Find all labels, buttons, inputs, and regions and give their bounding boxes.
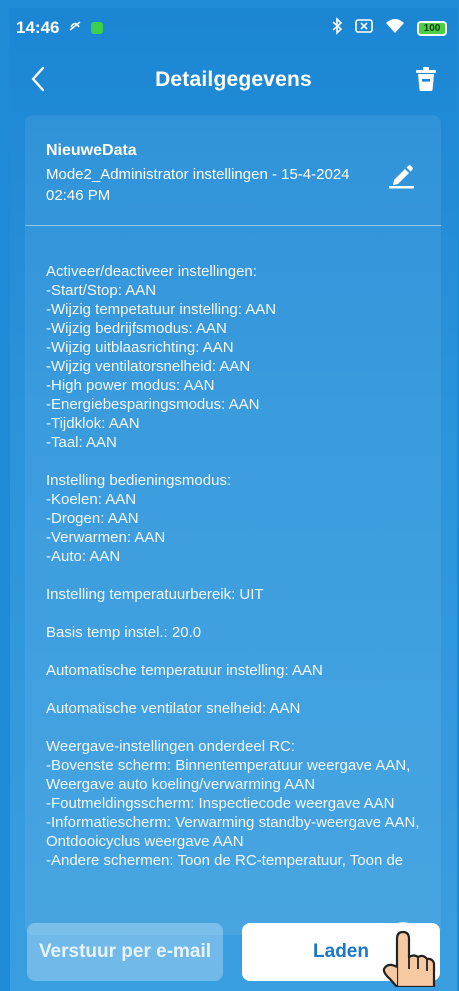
pencil-icon (389, 165, 414, 189)
phone-screen: 14:46 100 Detailgegevens NieuweData Mode… (10, 8, 457, 991)
settings-details-text: Activeer/deactiveer instellingen: -Start… (46, 263, 420, 869)
status-bar: 14:46 100 (10, 8, 457, 48)
detail-card: NieuweData Mode2_Administrator instellin… (25, 115, 441, 935)
bluetooth-icon (331, 16, 343, 40)
app-notification-icon (91, 22, 104, 34)
do-not-disturb-icon (67, 18, 83, 39)
trash-icon (416, 67, 436, 91)
card-header: NieuweData Mode2_Administrator instellin… (25, 115, 441, 226)
pointer-hand-icon (382, 922, 436, 987)
page-title: Detailgegevens (155, 68, 312, 91)
edit-button[interactable] (388, 163, 416, 189)
wifi-icon (385, 18, 405, 39)
send-email-button[interactable]: Verstuur per e-mail (27, 923, 223, 981)
sim-off-icon (355, 18, 373, 39)
status-time: 14:46 (16, 18, 60, 37)
data-subtitle: Mode2_Administrator instellingen - 15-4-… (46, 166, 350, 204)
battery-icon: 100 (417, 20, 447, 36)
delete-button[interactable] (411, 62, 441, 96)
app-header: Detailgegevens (10, 56, 457, 104)
data-name-title: NieuweData (46, 142, 137, 159)
